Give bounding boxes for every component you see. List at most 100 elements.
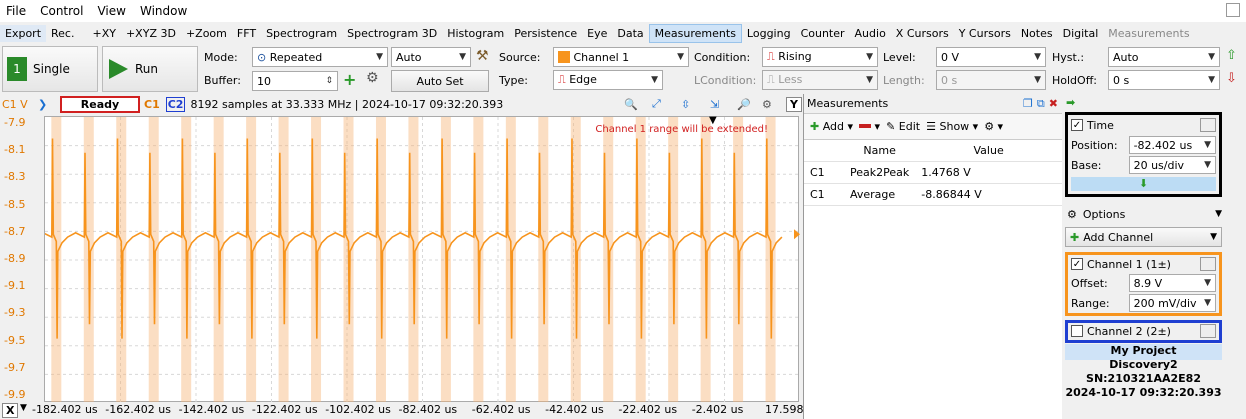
oscilloscope-plot[interactable]: Channel 1 range will be extended! ▼	[42, 115, 800, 403]
arrow-right-icon[interactable]: ➡	[1066, 96, 1075, 109]
tool-audio[interactable]: Audio	[850, 25, 891, 42]
measurements-panel: Measurements ❐ ⧉ ✖ ✚ Add ▾ ▾ ✎ Edit ☰ Sh…	[803, 94, 1062, 419]
channel2-checkbox[interactable]	[1071, 325, 1083, 337]
y-axis-button[interactable]: Y	[786, 96, 802, 112]
channel2-label: Channel 2 (2±)	[1087, 324, 1171, 338]
menu-file[interactable]: File	[6, 4, 26, 18]
channel1-group: ✓ Channel 1 (1±) Offset: 8.9 V ▼ Range: 2…	[1065, 252, 1222, 316]
zoom-x-icon[interactable]: ⤢	[652, 97, 661, 111]
tool-y-cursors[interactable]: Y Cursors	[954, 25, 1016, 42]
tool-rec[interactable]: Rec.	[46, 25, 79, 42]
tool-x-cursors[interactable]: X Cursors	[891, 25, 954, 42]
zoom-in-icon[interactable]: 🔍	[624, 98, 638, 111]
window-icon[interactable]: ❐	[1023, 97, 1033, 110]
row-value: 1.4768 V	[915, 161, 1062, 184]
chevron-right-icon[interactable]: ❯	[38, 98, 56, 111]
level-select[interactable]: 0 V ▼	[936, 47, 1046, 67]
lcondition-label: LCondition:	[694, 74, 757, 87]
tool-measurements-disabled: Measurements	[1108, 26, 1190, 40]
tool-notes[interactable]: Notes	[1016, 25, 1058, 42]
channel2-settings-icon[interactable]	[1200, 324, 1216, 338]
tool-measurements[interactable]: Measurements	[648, 23, 742, 43]
tool-export[interactable]: Export	[0, 24, 47, 42]
time-checkbox[interactable]: ✓	[1071, 119, 1083, 131]
options-chevron-icon: ▼	[1215, 209, 1222, 219]
menu-view[interactable]: View	[97, 4, 125, 18]
row-name: Average	[844, 183, 916, 206]
gear-icon[interactable]: ⚙	[366, 70, 379, 86]
settings-icon[interactable]: ⚙	[762, 98, 772, 111]
tool-add-xy[interactable]: +XY	[87, 25, 120, 42]
status-badge: Ready	[60, 95, 140, 113]
menu-control[interactable]: Control	[40, 4, 83, 18]
run-button[interactable]: Run	[102, 46, 198, 92]
channel1-checkbox[interactable]: ✓	[1071, 258, 1083, 270]
x-tick-label: -42.402 us	[545, 403, 604, 416]
tool-zoom[interactable]: +Zoom	[181, 25, 232, 42]
tool-data[interactable]: Data	[612, 25, 648, 42]
maximize-icon[interactable]: ⧉	[1037, 97, 1045, 111]
edit-measurement-button[interactable]: ✎ Edit	[886, 120, 920, 133]
hyst-select[interactable]: Auto ▼	[1108, 47, 1220, 67]
measurements-title: Measurements	[807, 97, 889, 110]
single-button[interactable]: 1 Single	[2, 46, 98, 92]
condition-select[interactable]: ⎍ Rising ▼	[762, 47, 878, 67]
x-axis-button[interactable]: X	[2, 403, 19, 418]
position-label: Position:	[1071, 138, 1118, 152]
trigger-level-marker[interactable]	[794, 229, 800, 240]
position-select[interactable]: -82.402 us ▼	[1128, 136, 1216, 154]
source-select[interactable]: Channel 1 ▼	[553, 47, 689, 67]
show-measurement-button[interactable]: ☰ Show ▾	[926, 120, 978, 133]
chevron-down-icon[interactable]: ▼	[20, 403, 27, 413]
type-select[interactable]: ⎍ Edge ▼	[553, 70, 663, 90]
base-label: Base:	[1071, 158, 1102, 172]
mode-select[interactable]: ⊙ Repeated ▼	[252, 47, 388, 67]
holdoff-select[interactable]: 0 s ▼	[1108, 70, 1220, 90]
buffer-spin[interactable]: 10 ⇕	[252, 71, 338, 91]
tool-spectrogram[interactable]: Spectrogram	[261, 25, 342, 42]
base-select[interactable]: 20 us/div ▼	[1128, 156, 1216, 174]
range-select[interactable]: 200 mV/div ▼	[1128, 294, 1216, 312]
c1-tag[interactable]: C1	[144, 98, 160, 111]
auto-set-button[interactable]: Auto Set	[391, 70, 489, 92]
restore-window-icon[interactable]	[1226, 3, 1240, 17]
options-row[interactable]: ⚙ Options ▼	[1067, 204, 1222, 224]
hammer-icon[interactable]: ⚒	[476, 48, 489, 64]
tool-eye[interactable]: Eye	[582, 25, 612, 42]
tool-add-xyz[interactable]: +XYZ 3D	[121, 25, 181, 42]
tool-logging[interactable]: Logging	[742, 25, 796, 42]
expand-down-icon[interactable]: ⬇	[1071, 177, 1216, 191]
offset-select[interactable]: 8.9 V ▼	[1128, 274, 1216, 292]
zoom-fit-icon[interactable]: ⇲	[710, 98, 719, 111]
c2-tag[interactable]: C2	[165, 96, 186, 112]
add-channel-icon: ✚	[1070, 230, 1080, 244]
tool-persistence[interactable]: Persistence	[509, 25, 582, 42]
measurements-settings-icon[interactable]: ⚙ ▾	[984, 120, 1003, 133]
mode-auto-select[interactable]: Auto ▼	[391, 47, 471, 67]
col-name: Name	[844, 140, 916, 162]
menu-window[interactable]: Window	[140, 4, 187, 18]
measurements-header: Measurements ❐ ⧉ ✖	[804, 94, 1062, 114]
table-row[interactable]: C1 Peak2Peak 1.4768 V	[804, 161, 1062, 184]
add-channel-button[interactable]: ✚ Add Channel ▼	[1065, 227, 1222, 247]
length-value: 0 s	[941, 73, 958, 87]
add-icon[interactable]: +	[343, 70, 356, 89]
tool-fft[interactable]: FFT	[232, 25, 261, 42]
show-label: Show	[939, 120, 970, 133]
close-icon[interactable]: ✖	[1049, 97, 1058, 110]
tool-counter[interactable]: Counter	[796, 25, 850, 42]
tool-histogram[interactable]: Histogram	[442, 25, 509, 42]
table-row[interactable]: C1 Average -8.86844 V	[804, 183, 1062, 206]
arrow-down-icon[interactable]: ⇩	[1226, 71, 1237, 86]
zoom-out-icon[interactable]: 🔎	[737, 98, 751, 111]
tool-digital[interactable]: Digital	[1058, 25, 1104, 42]
channel1-settings-icon[interactable]	[1200, 257, 1216, 271]
arrow-up-icon[interactable]: ⇧	[1226, 48, 1237, 63]
tool-spectrogram-3d[interactable]: Spectrogram 3D	[342, 25, 442, 42]
time-settings-icon[interactable]	[1200, 118, 1216, 132]
add-measurement-button[interactable]: ✚ Add ▾	[810, 120, 853, 133]
x-tick-label: -22.402 us	[618, 403, 678, 416]
range-value: 200 mV/div	[1133, 296, 1197, 310]
remove-measurement-button[interactable]: ▾	[859, 120, 880, 133]
zoom-y-icon[interactable]: ⇳	[681, 98, 690, 111]
